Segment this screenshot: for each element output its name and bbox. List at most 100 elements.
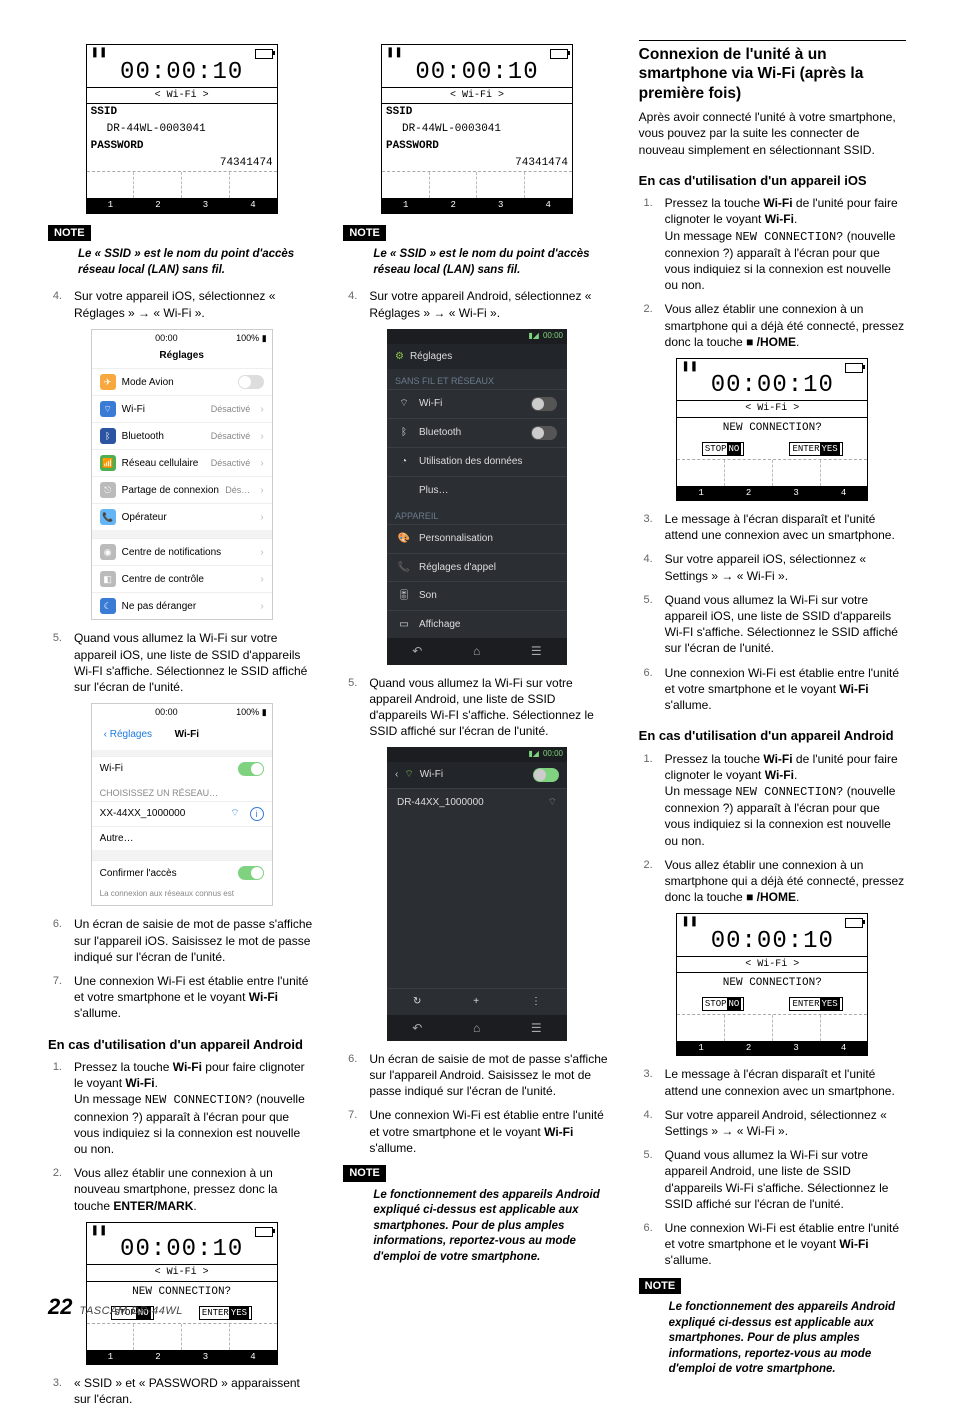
c3-ios-4: Sur votre appareil iOS, sélectionnez « S…: [665, 551, 906, 583]
hotspot-icon: ⎋: [100, 482, 116, 498]
wifi-toggle[interactable]: [238, 762, 264, 776]
wifi-icon: ⌔: [100, 401, 116, 417]
note-text-1: Le « SSID » est le nom du point d'accès …: [78, 247, 315, 278]
enter-yes-button[interactable]: ENTERYES: [199, 1306, 252, 1320]
other-row[interactable]: Autre…: [92, 826, 272, 851]
note-badge-4: NOTE: [639, 1278, 682, 1295]
c3-ios-1: Pressez la touche Wi-Fi de l'unité pour …: [665, 195, 906, 293]
heading-android-3: En cas d'utilisation d'un appareil Andro…: [639, 727, 906, 745]
bluetooth-icon: ᛒ: [397, 426, 411, 440]
lcd-ssid-value: DR-44WL-0003041: [87, 121, 277, 138]
ios-wifi-title: Wi-Fi: [158, 728, 216, 742]
android-wifi-title: Wi-Fi: [420, 768, 443, 782]
lcd-new-connection-2: ❚❚ 00:00:10 < Wi-Fi > NEW CONNECTION? ST…: [676, 358, 868, 501]
bluetooth-icon: ᛒ: [100, 428, 116, 444]
back-icon[interactable]: ↶: [412, 643, 422, 659]
lcd-ssid-screen-2: ❚❚ 00:00:10 < Wi-Fi > SSID DR-44WL-00030…: [381, 44, 573, 214]
lcd-new-connection-3: ❚❚ 00:00:10 < Wi-Fi > NEW CONNECTION? ST…: [676, 913, 868, 1056]
c2-step-6: Un écran de saisie de mot de passe s'aff…: [369, 1051, 610, 1100]
c3-and-6: Une connexion Wi-Fi est établie entre l'…: [665, 1220, 906, 1269]
choose-network-label: CHOISISSEZ UN RÉSEAU…: [92, 781, 272, 801]
column-1: ❚❚ 00:00:10 < Wi-Fi > SSID DR-44WL-00030…: [48, 40, 315, 1414]
c2-step-5: Quand vous allumez la Wi-Fi sur votre ap…: [369, 675, 610, 740]
control-icon: ◧: [100, 571, 116, 587]
note-badge: NOTE: [48, 225, 91, 242]
column-3: Connexion de l'unité à un smartphone via…: [639, 40, 906, 1414]
android-settings-title: Réglages: [410, 350, 452, 364]
call-icon: 📞: [397, 561, 411, 575]
wifi-signal-icon: ⌔: [230, 807, 239, 821]
signal-icon: ▮◢: [528, 331, 539, 342]
android-wifi-on-toggle[interactable]: [533, 768, 559, 782]
c3-and-5: Quand vous allumez la Wi-Fi sur votre ap…: [665, 1147, 906, 1212]
step-7: Une connexion Wi-Fi est établie entre l'…: [74, 973, 315, 1022]
battery-icon: [255, 49, 273, 59]
section-heading: Connexion de l'unité à un smartphone via…: [639, 40, 906, 103]
android-step-3: « SSID » et « PASSWORD » apparaissent su…: [74, 1375, 315, 1407]
note-text-2: Le « SSID » est le nom du point d'accès …: [373, 247, 610, 278]
note-text-4: Le fonctionnement des appareils Android …: [669, 1300, 906, 1378]
lcd-pass-value: 74341474: [87, 155, 277, 172]
wifi-icon: ⌔: [397, 397, 411, 411]
home-icon[interactable]: ⌂: [473, 643, 480, 659]
heading-ios-3: En cas d'utilisation d'un appareil iOS: [639, 172, 906, 190]
note-text-3: Le fonctionnement des appareils Android …: [373, 1188, 610, 1266]
dnd-icon: ☾: [100, 598, 116, 614]
add-network-button[interactable]: +: [473, 995, 479, 1009]
lcd-ssid-screen-1: ❚❚ 00:00:10 < Wi-Fi > SSID DR-44WL-00030…: [86, 44, 278, 214]
info-icon[interactable]: i: [250, 807, 264, 821]
android-step-1: Pressez la touche Wi-Fi pour faire clign…: [74, 1059, 315, 1157]
lcd-pass-label: PASSWORD: [91, 140, 144, 152]
lcd-time: 00:00:10: [87, 61, 277, 87]
notif-icon: ◉: [100, 544, 116, 560]
ask-toggle[interactable]: [238, 866, 264, 880]
android-wifi-screen: ▮◢00:00 ‹⌔Wi-Fi DR-44XX_1000000⌔ ↻ + ⋮ ↶…: [387, 747, 567, 1040]
model-name: TASCAM DR-44WL: [80, 1305, 183, 1317]
step-5: Quand vous allumez la Wi-Fi sur votre ap…: [74, 630, 315, 695]
ios-settings-title: Réglages: [92, 346, 272, 369]
c2-step-4: Sur votre appareil Android, sélectionnez…: [369, 288, 610, 320]
c3-and-4: Sur votre appareil Android, sélectionnez…: [665, 1107, 906, 1139]
cellular-icon: 📶: [100, 455, 116, 471]
android-settings-screen: ▮◢00:00 ⚙Réglages SANS FIL ET RÉSEAUX ⌔W…: [387, 329, 567, 665]
back-chevron-icon[interactable]: ‹: [395, 768, 398, 782]
note-badge-2: NOTE: [343, 225, 386, 242]
c3-and-1: Pressez la touche Wi-Fi de l'unité pour …: [665, 751, 906, 849]
c3-and-3: Le message à l'écran disparaît et l'unit…: [665, 1066, 906, 1098]
c3-ios-3: Le message à l'écran disparaît et l'unit…: [665, 511, 906, 543]
c3-ios-6: Une connexion Wi-Fi est établie entre l'…: [665, 665, 906, 714]
sound-icon: 🎚: [397, 589, 411, 603]
back-button[interactable]: ‹ Réglages: [98, 724, 158, 746]
airplane-toggle[interactable]: [238, 375, 264, 389]
ios-wifi-screen: 00:00100% ▮ ‹ Réglages Wi-Fi Wi-Fi CHOIS…: [91, 703, 273, 906]
wifi-signal-icon: ⌔: [548, 796, 557, 810]
data-icon: ◔: [397, 455, 411, 469]
c3-ios-2: Vous allez établir une connexion à un sm…: [665, 301, 906, 350]
pause-icon: ❚❚: [91, 47, 108, 61]
c2-step-7: Une connexion Wi-Fi est établie entre l'…: [369, 1107, 610, 1156]
ios-settings-screen: 00:00100% ▮ Réglages ✈Mode Avion ⌔Wi-FiD…: [91, 329, 273, 621]
carrier-icon: 📞: [100, 509, 116, 525]
android-ssid-row[interactable]: DR-44XX_1000000⌔: [387, 788, 567, 817]
ssid-row[interactable]: XX-44XX_1000000⌔i: [92, 801, 272, 826]
refresh-icon[interactable]: ↻: [413, 995, 421, 1009]
perso-icon: 🎨: [397, 532, 411, 546]
step-4: Sur votre appareil iOS, sélectionnez « R…: [74, 288, 315, 320]
android-bt-toggle[interactable]: [531, 426, 557, 440]
menu-icon[interactable]: ⋮: [531, 995, 541, 1009]
recent-icon[interactable]: ☰: [531, 643, 542, 659]
section-intro: Après avoir connecté l'unité à votre sma…: [639, 109, 906, 158]
lcd-ssid-label: SSID: [91, 106, 117, 118]
gear-icon: ⚙: [395, 350, 404, 364]
c3-ios-5: Quand vous allumez la Wi-Fi sur votre ap…: [665, 592, 906, 657]
page-number: 22: [48, 1294, 72, 1319]
wifi-icon: ⌔: [404, 768, 413, 782]
step-6: Un écran de saisie de mot de passe s'aff…: [74, 916, 315, 965]
lcd-wifi-bar: < Wi-Fi >: [87, 87, 277, 105]
page-footer: 22 TASCAM DR-44WL: [48, 1292, 183, 1322]
android-step-2: Vous allez établir une connexion à un no…: [74, 1165, 315, 1214]
note-badge-3: NOTE: [343, 1165, 386, 1182]
display-icon: ▭: [397, 618, 411, 632]
android-wifi-toggle[interactable]: [531, 397, 557, 411]
c3-and-2: Vous allez établir une connexion à un sm…: [665, 857, 906, 906]
